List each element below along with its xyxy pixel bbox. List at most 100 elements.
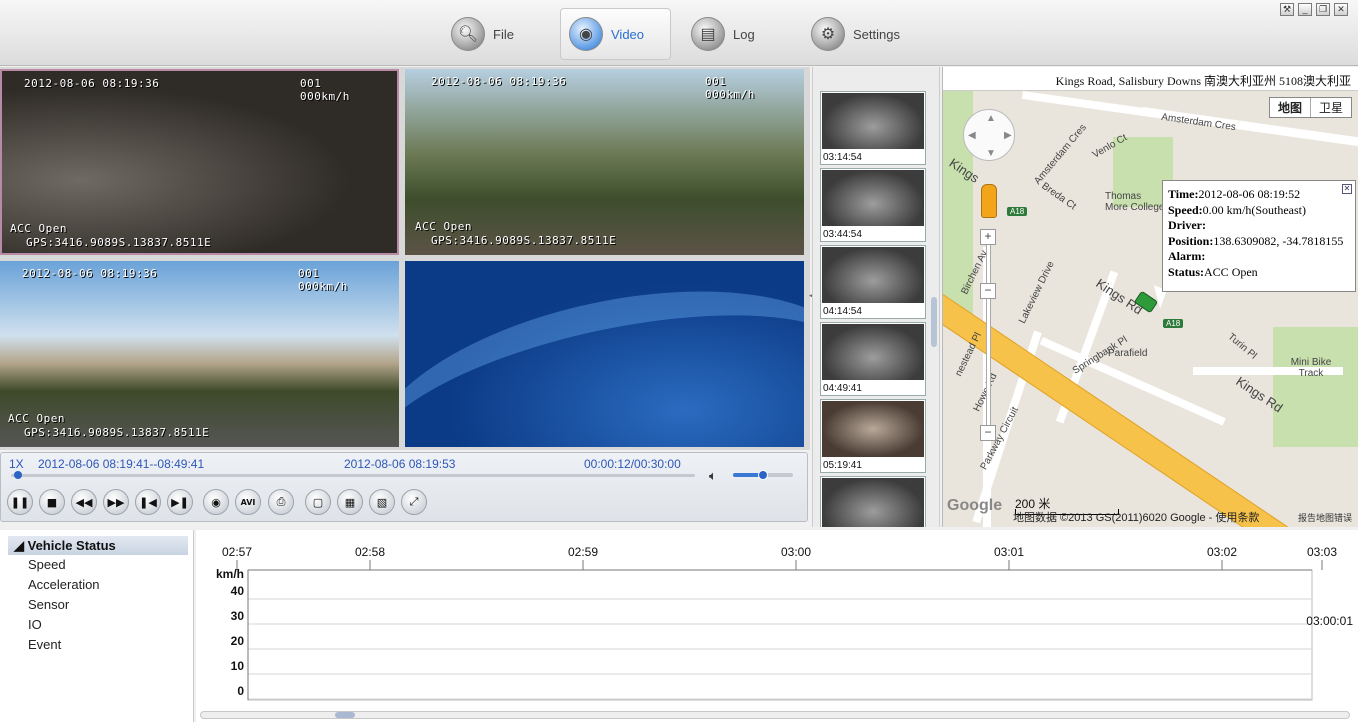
map-panel[interactable]: Amsterdam Cres Amsterdam Cres Venlo Ct B… [942,67,1358,527]
a18-shield: A18 [1007,207,1028,216]
tree-header-vehicle-status[interactable]: ◢ Vehicle Status [8,536,188,555]
layout-1-icon[interactable]: ▢ [305,489,331,515]
info-speed: Speed:0.00 km/h(Southeast) [1168,202,1306,217]
thumbnail-image [822,93,924,149]
volume-handle[interactable] [758,470,768,480]
avi-export-icon[interactable]: AVI [235,489,261,515]
video-2-acc: ACC Open [415,220,472,233]
chart-x-tick-label: 03:03 [1307,545,1337,559]
pause-button[interactable]: ❚❚ [7,489,33,515]
progress-handle[interactable] [13,471,22,479]
tree-item-sensor[interactable]: Sensor [28,595,193,615]
layout-4-icon[interactable]: ▦ [337,489,363,515]
map-copyright[interactable]: 地图数据 ©2013 GS(2011)6020 Google - 使用条款 [1013,509,1259,525]
chart-scrollbar[interactable] [200,711,1350,719]
nav-file-button[interactable]: 🔍︎ File [443,8,522,60]
next-button[interactable]: ▶❚ [167,489,193,515]
nav-video-label: Video [611,26,645,42]
thumbnail-item[interactable] [820,476,926,527]
vehicle-info-window: ✕ Time:2012-08-06 08:19:52 Speed:0.00 km… [1162,180,1356,292]
chart-x-tick-label: 03:02 [1207,545,1237,559]
minimize-icon[interactable]: _ [1298,3,1312,16]
video-1-channel: 001 [300,77,322,90]
map-address: Kings Road, Salisbury Downs 南澳大利亚州 5108澳… [943,67,1358,91]
thumbnail-item[interactable]: 03:44:54 [820,168,926,242]
chart-scroll-thumb[interactable] [335,712,355,718]
info-driver: Driver: [1168,218,1206,232]
video-channel-4-empty[interactable] [405,261,804,447]
playback-panel: 1X 2012-08-06 08:19:41--08:49:41 2012-08… [0,452,808,522]
tree-item-speed[interactable]: Speed [28,555,193,575]
volume-slider[interactable] [733,470,793,480]
video-1-speed: 000km/h [300,90,350,103]
playback-speed[interactable]: 1X [9,457,24,471]
thumbnail-item[interactable]: 04:14:54 [820,245,926,319]
zoom-out-button[interactable]: − [980,425,996,441]
thumbnail-item[interactable]: 05:19:41 [820,399,926,473]
collapse-triangle-icon: ◢ [14,538,28,553]
info-close-icon[interactable]: ✕ [1342,184,1352,194]
map-type-map[interactable]: 地图 [1270,98,1310,117]
video-3-speed: 000km/h [298,280,348,293]
fast-forward-button[interactable]: ▶▶ [103,489,129,515]
nav-settings-button[interactable]: ⚙ Settings [803,8,908,60]
info-position: Position:138.6309082, -34.7818155 [1168,233,1344,248]
thumbnail-item[interactable]: 03:14:54 [820,91,926,165]
fullscreen-icon[interactable]: ⤢ [401,489,427,515]
video-channel-1[interactable]: 2012-08-06 08:19:36 001 000km/h ACC Open… [0,69,399,255]
video-2-datetime: 2012-08-06 08:19:36 [431,75,567,88]
map-label: Turin Pl [1225,331,1259,362]
snapshot-camera-icon[interactable]: ◉ [203,489,229,515]
chart-y-tick-label: 0 [237,684,244,698]
google-logo: Google [947,497,1003,514]
top-toolbar: 🔍︎ File ◉ Video ▤ Log ⚙ Settings ⚒ _ ❐ ✕ [0,0,1358,66]
thumbnail-scrollbar[interactable] [931,297,937,347]
thumbnail-time: 05:19:41 [823,460,862,471]
chart-x-tick-label: 02:57 [222,545,252,559]
previous-button[interactable]: ❚◀ [135,489,161,515]
video-3-channel: 001 [298,267,320,280]
chart-x-tick-label: 02:59 [568,545,598,559]
restore-icon[interactable]: ❐ [1316,3,1330,16]
video-channel-2[interactable]: 2012-08-06 08:19:36 001 000km/h ACC Open… [405,69,804,255]
pegman-icon[interactable] [981,184,997,218]
close-icon[interactable]: ✕ [1334,3,1348,16]
thumbnail-image [822,247,924,303]
info-status: Status:ACC Open [1168,264,1258,279]
zoom-handle[interactable]: − [980,283,996,299]
rewind-button[interactable]: ◀◀ [71,489,97,515]
tools-icon[interactable]: ⚒ [1280,3,1294,16]
camera-icon: ◉ [569,17,603,51]
nav-video-button[interactable]: ◉ Video [560,8,671,60]
zoom-slider[interactable] [986,237,991,437]
thumbnail-time: 03:44:54 [823,229,862,240]
thumbnail-item[interactable]: 04:49:41 [820,322,926,396]
thumbnail-time: 04:49:41 [823,383,862,394]
chart-y-tick-label: 30 [231,609,245,623]
layout-9-icon[interactable]: ▧ [369,489,395,515]
tree-item-acceleration[interactable]: Acceleration [28,575,193,595]
thumbnail-image [822,324,924,380]
thumbnail-image [822,478,924,527]
video-1-datetime: 2012-08-06 08:19:36 [24,77,160,90]
video-3-datetime: 2012-08-06 08:19:36 [22,267,158,280]
chart-annotation: 03:00:01 [1306,614,1353,628]
volume-icon[interactable]: 🔈︎ [709,468,717,484]
video-3-acc: ACC Open [8,412,65,425]
video-1-gps: GPS:3416.9089S.13837.8511E [26,236,212,249]
chart-plot-area [247,569,1313,701]
print-icon[interactable]: ⎙ [268,489,294,515]
speed-chart[interactable]: 02:57 02:58 02:59 03:00 03:01 03:02 03:03 km/h 4… [196,530,1358,722]
tree-item-io[interactable]: IO [28,615,193,635]
nav-log-button[interactable]: ▤ Log [683,8,763,60]
thumbnail-image [822,170,924,226]
tree-item-event[interactable]: Event [28,635,193,655]
stop-button[interactable]: ■ [39,489,65,515]
zoom-in-button[interactable]: + [980,229,996,245]
chart-x-tick-label: 03:00 [781,545,811,559]
progress-track[interactable] [11,471,695,479]
report-map-error-link[interactable]: 报告地图错误 [1298,511,1352,524]
map-type-satellite[interactable]: 卫星 [1309,98,1351,117]
video-channel-3[interactable]: 2012-08-06 08:19:36 001 000km/h ACC Open… [0,261,399,447]
pan-control-icon[interactable]: ▲ ▼ ◀ ▶ [963,109,1015,161]
